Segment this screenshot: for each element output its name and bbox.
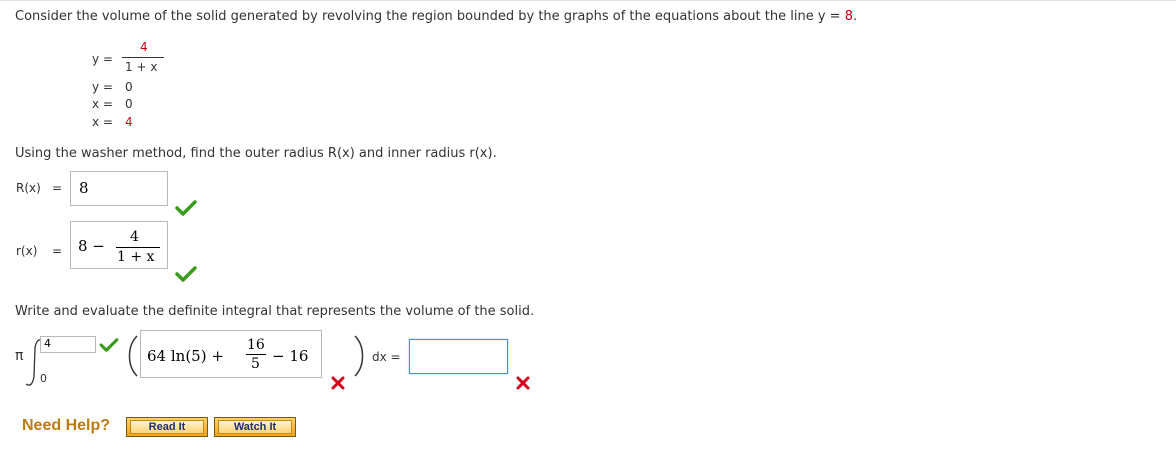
integrand-incorrect-icon [331,376,345,390]
inner-radius-numerator: 4 [130,229,139,245]
upper-limit-input[interactable]: 4 [40,336,96,353]
eq1-denominator: 1 + x [125,60,158,74]
upper-limit-value: 4 [44,337,51,350]
integrand-denominator: 5 [251,356,260,372]
part1-instruction: Using the washer method, find the outer … [15,146,497,161]
part2-instruction: Write and evaluate the definite integral… [15,304,535,319]
inner-radius-label: r(x) [16,244,38,258]
read-it-button[interactable]: Read It [126,417,208,437]
need-help-label: Need Help? [22,417,111,434]
integrand-lead: 64 ln(5) + [147,347,224,365]
outer-radius-input[interactable]: 8 [70,171,168,206]
eq4-rhs: 4 [125,115,133,129]
pi-symbol: π [15,348,24,364]
outer-radius-label: R(x) [16,181,41,195]
eq2-lhs: y = [92,80,113,94]
outer-radius-equals: = [52,181,63,195]
eq1-lhs: y = [92,52,113,66]
integrand-input[interactable]: 64 ln(5) + 16 5 − 16 [140,330,322,378]
inner-radius-fraction-bar [116,247,160,248]
outer-radius-check-icon [175,200,197,216]
watch-it-button[interactable]: Watch It [214,417,296,437]
eq1-numerator: 4 [140,40,148,54]
watch-it-label: Watch It [233,421,277,433]
eq4-lhs: x = [92,115,113,129]
eq3-lhs: x = [92,97,113,111]
integrand-fraction-bar [246,354,266,355]
inner-radius-check-icon [175,266,197,282]
inner-radius-denominator: 1 + x [117,249,155,265]
top-divider [0,0,1176,1]
inner-radius-lead: 8 − [78,237,105,255]
inner-radius-equals: = [52,244,63,258]
lower-limit: 0 [40,372,47,385]
integrand-tail: − 16 [272,347,309,365]
dx-label: dx = [372,350,401,364]
eq1-fraction-bar [122,57,164,58]
volume-result-input[interactable] [409,339,508,374]
upper-limit-check-icon [99,338,119,352]
eq2-rhs: 0 [125,80,133,94]
problem-intro-text: Consider the volume of the solid generat… [15,9,845,24]
integrand-numerator: 16 [247,337,265,353]
problem-statement: Consider the volume of the solid generat… [15,9,857,24]
right-paren-icon [354,335,364,377]
problem-line-value: 8 [844,9,853,24]
outer-radius-value: 8 [79,179,89,197]
result-incorrect-icon [516,376,530,390]
problem-intro-suffix: . [852,9,858,24]
read-it-label: Read It [148,421,186,433]
inner-radius-input[interactable]: 8 − 4 1 + x [70,221,168,269]
left-paren-icon [128,335,138,377]
eq3-rhs: 0 [125,97,133,111]
